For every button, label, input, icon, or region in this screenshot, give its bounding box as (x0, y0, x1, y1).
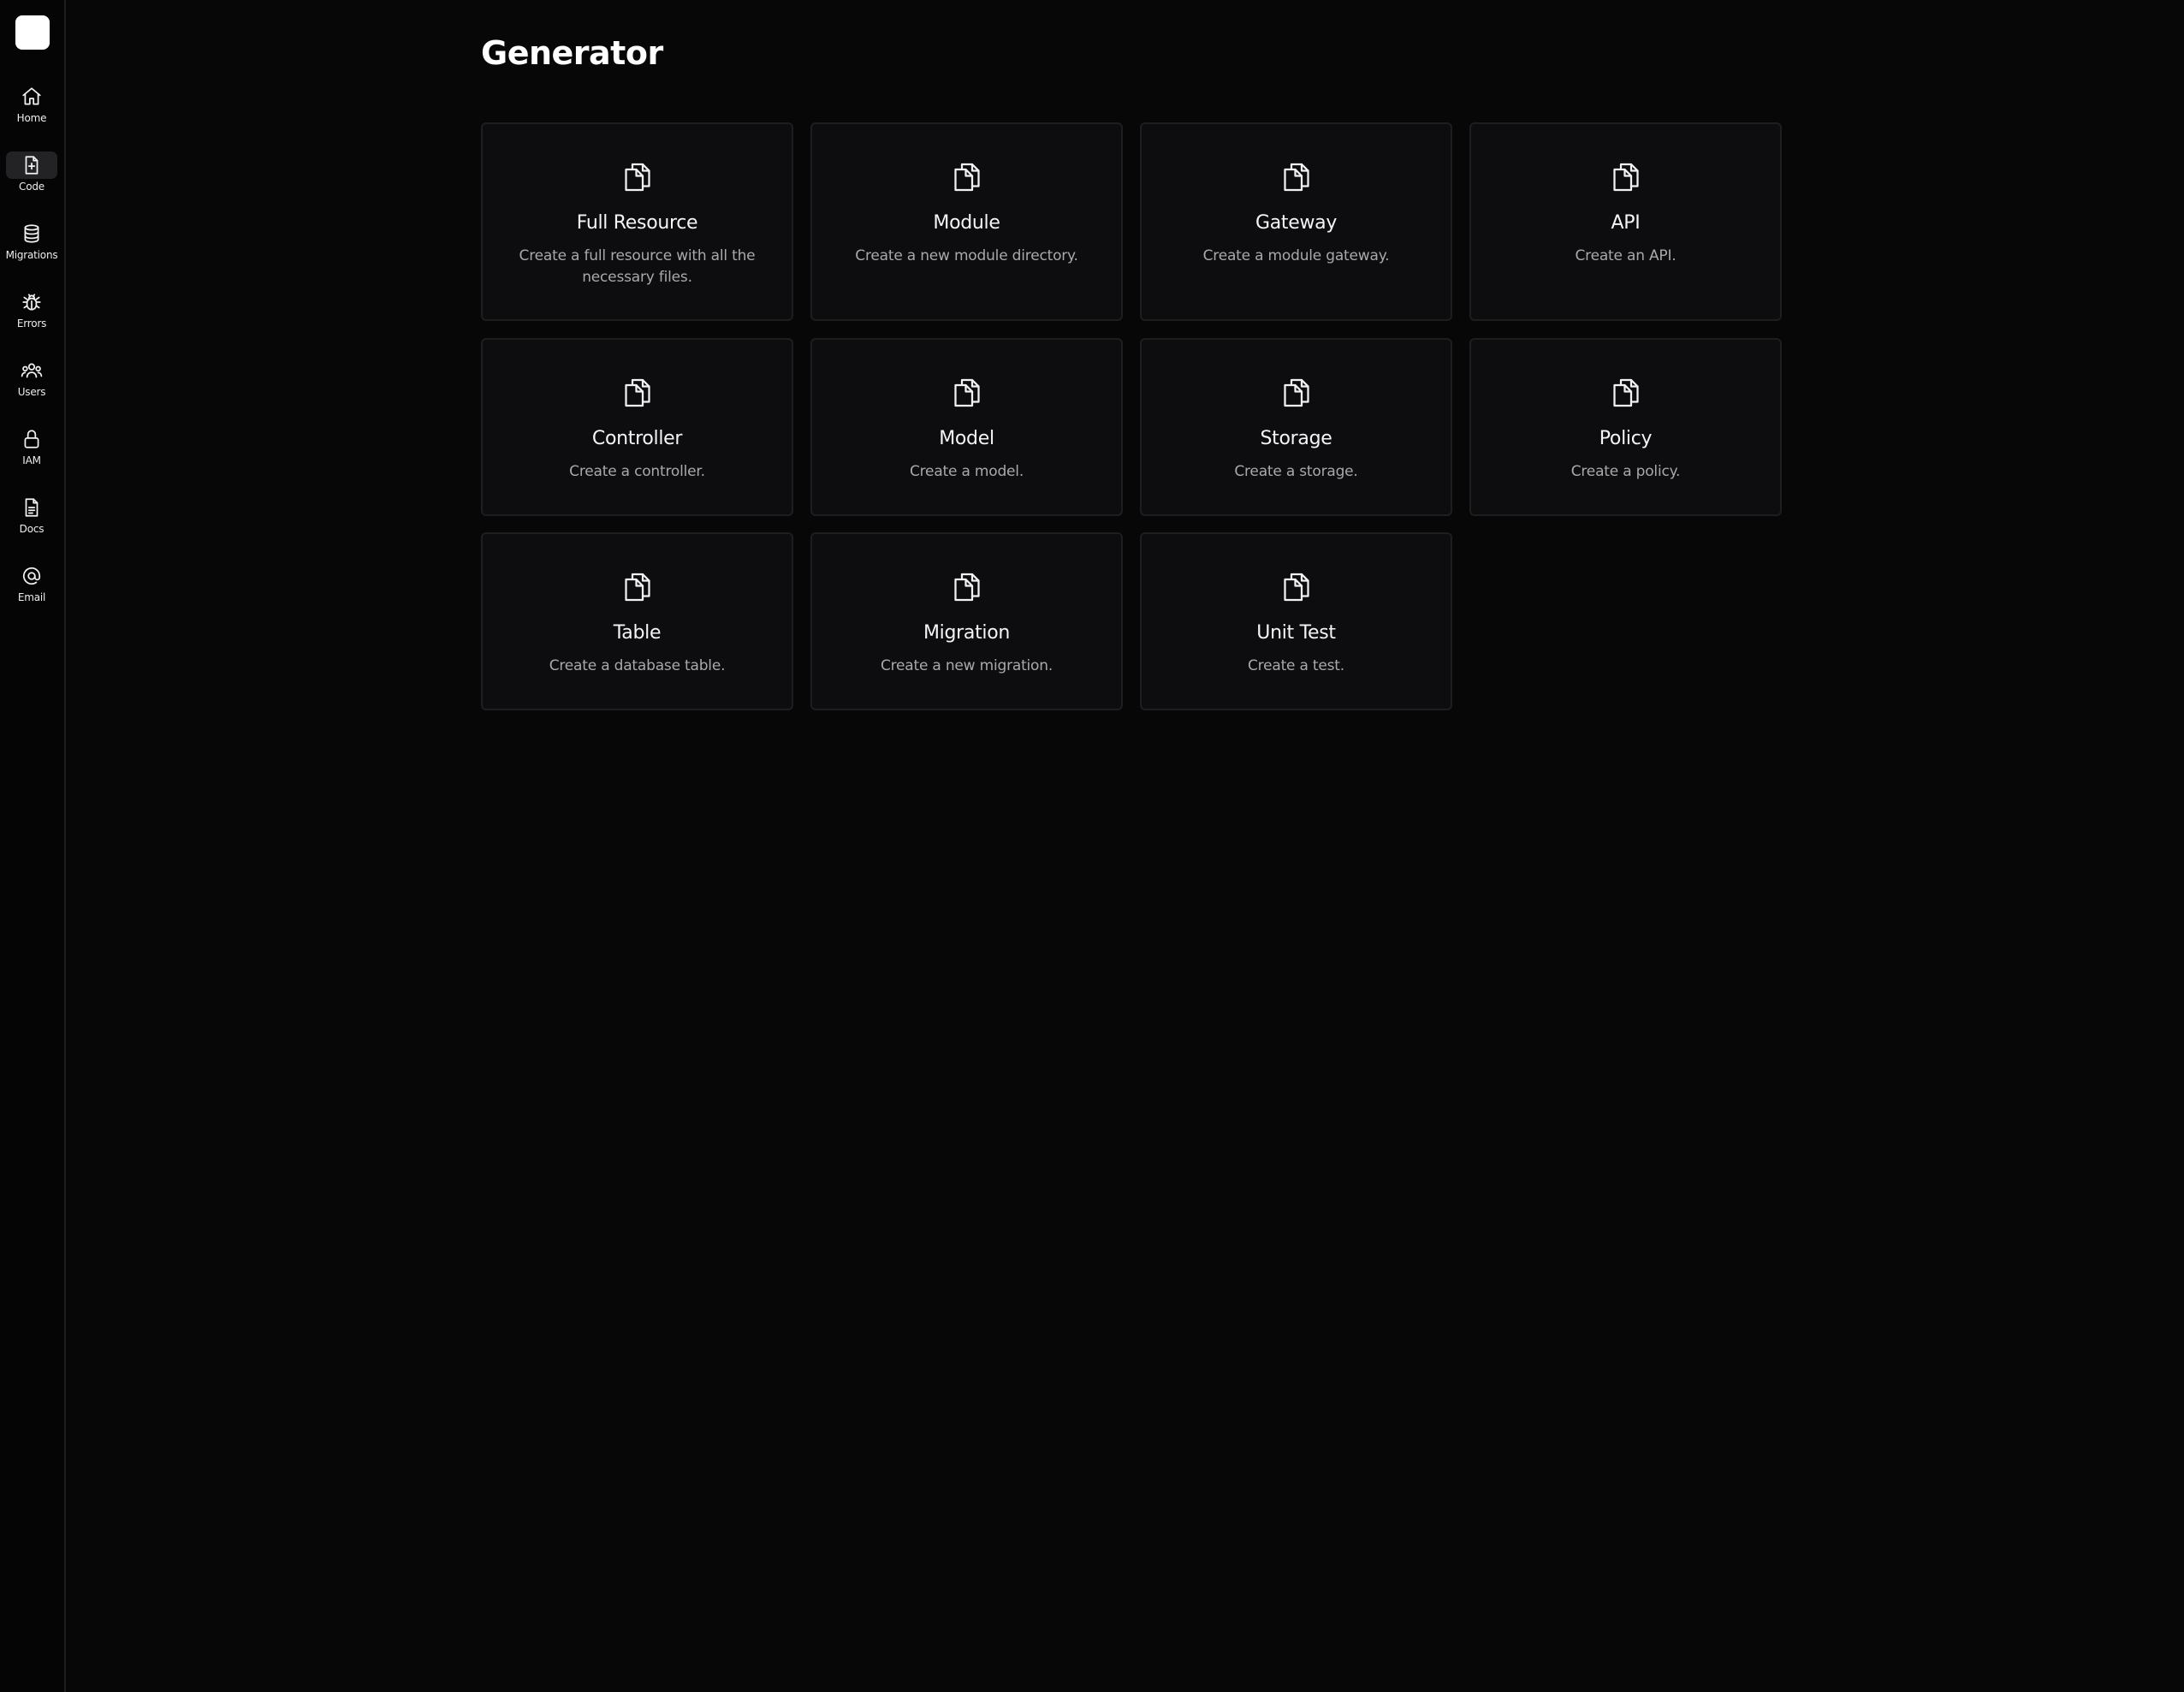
files-icon (483, 160, 792, 194)
files-icon (1142, 570, 1451, 604)
card-controller[interactable]: Controller Create a controller. (481, 338, 793, 516)
card-description: Create a new migration. (880, 657, 1053, 674)
card-description: Create a storage. (1234, 463, 1358, 480)
users-icon (6, 357, 57, 384)
sidebar-item-home[interactable]: Home (6, 77, 57, 125)
sidebar-item-label: Migrations (5, 249, 58, 261)
card-title: Gateway (1255, 212, 1338, 234)
card-model[interactable]: Model Create a model. (810, 338, 1123, 516)
card-full-resource[interactable]: Full Resource Create a full resource wit… (481, 122, 793, 321)
file-plus-icon (6, 151, 57, 179)
card-title: Unit Test (1256, 622, 1336, 644)
sidebar-item-label: IAM (22, 454, 41, 466)
card-description: Create a database table. (549, 657, 726, 674)
card-gateway[interactable]: Gateway Create a module gateway. (1140, 122, 1452, 321)
card-title: Controller (591, 428, 683, 449)
card-description: Create a test. (1248, 657, 1344, 674)
sidebar-item-label: Email (17, 591, 46, 603)
card-description: Create a full resource with all the nece… (519, 247, 756, 286)
card-table[interactable]: Table Create a database table. (481, 532, 793, 710)
files-icon (812, 160, 1121, 194)
bug-icon (6, 288, 57, 316)
database-icon (6, 220, 57, 247)
sidebar: Home Code Migrations Errors Users IAM Do… (0, 0, 66, 1692)
card-migration[interactable]: Migration Create a new migration. (810, 532, 1123, 710)
sidebar-item-errors[interactable]: Errors (6, 282, 57, 330)
sidebar-item-label: Home (16, 112, 47, 124)
card-title: Storage (1260, 428, 1332, 449)
sidebar-item-migrations[interactable]: Migrations (5, 214, 58, 262)
card-title: Migration (923, 622, 1011, 644)
lock-icon (6, 425, 57, 453)
files-icon (812, 376, 1121, 410)
app-logo[interactable] (15, 15, 50, 50)
document-icon (6, 494, 57, 521)
sidebar-item-label: Users (17, 386, 46, 398)
card-api[interactable]: API Create an API. (1469, 122, 1782, 321)
files-icon (483, 376, 792, 410)
home-icon (6, 83, 57, 110)
card-storage[interactable]: Storage Create a storage. (1140, 338, 1452, 516)
card-title: Full Resource (576, 212, 698, 234)
files-icon (1142, 160, 1451, 194)
card-description: Create a controller. (569, 463, 705, 480)
card-policy[interactable]: Policy Create a policy. (1469, 338, 1782, 516)
card-title: Table (613, 622, 662, 644)
sidebar-item-label: Errors (16, 318, 47, 329)
card-module[interactable]: Module Create a new module directory. (810, 122, 1123, 321)
card-description: Create an API. (1575, 247, 1677, 264)
files-icon (812, 570, 1121, 604)
sidebar-item-iam[interactable]: IAM (6, 419, 57, 467)
sidebar-item-label: Docs (19, 523, 45, 535)
card-title: API (1611, 212, 1641, 234)
files-icon (1471, 160, 1780, 194)
at-sign-icon (6, 562, 57, 590)
card-unit-test[interactable]: Unit Test Create a test. (1140, 532, 1452, 710)
sidebar-item-label: Code (19, 181, 45, 193)
card-description: Create a policy. (1570, 463, 1681, 480)
card-description: Create a new module directory. (855, 247, 1078, 264)
sidebar-item-code[interactable]: Code (6, 145, 57, 193)
sidebar-item-users[interactable]: Users (6, 351, 57, 399)
card-description: Create a model. (909, 463, 1024, 480)
sidebar-item-docs[interactable]: Docs (6, 488, 57, 536)
card-description: Create a module gateway. (1202, 247, 1390, 264)
files-icon (1142, 376, 1451, 410)
files-icon (1471, 376, 1780, 410)
card-title: Model (939, 428, 994, 449)
page-title: Generator (481, 34, 663, 72)
card-title: Policy (1599, 428, 1653, 449)
card-title: Module (933, 212, 1000, 234)
files-icon (483, 570, 792, 604)
sidebar-item-email[interactable]: Email (6, 556, 57, 604)
